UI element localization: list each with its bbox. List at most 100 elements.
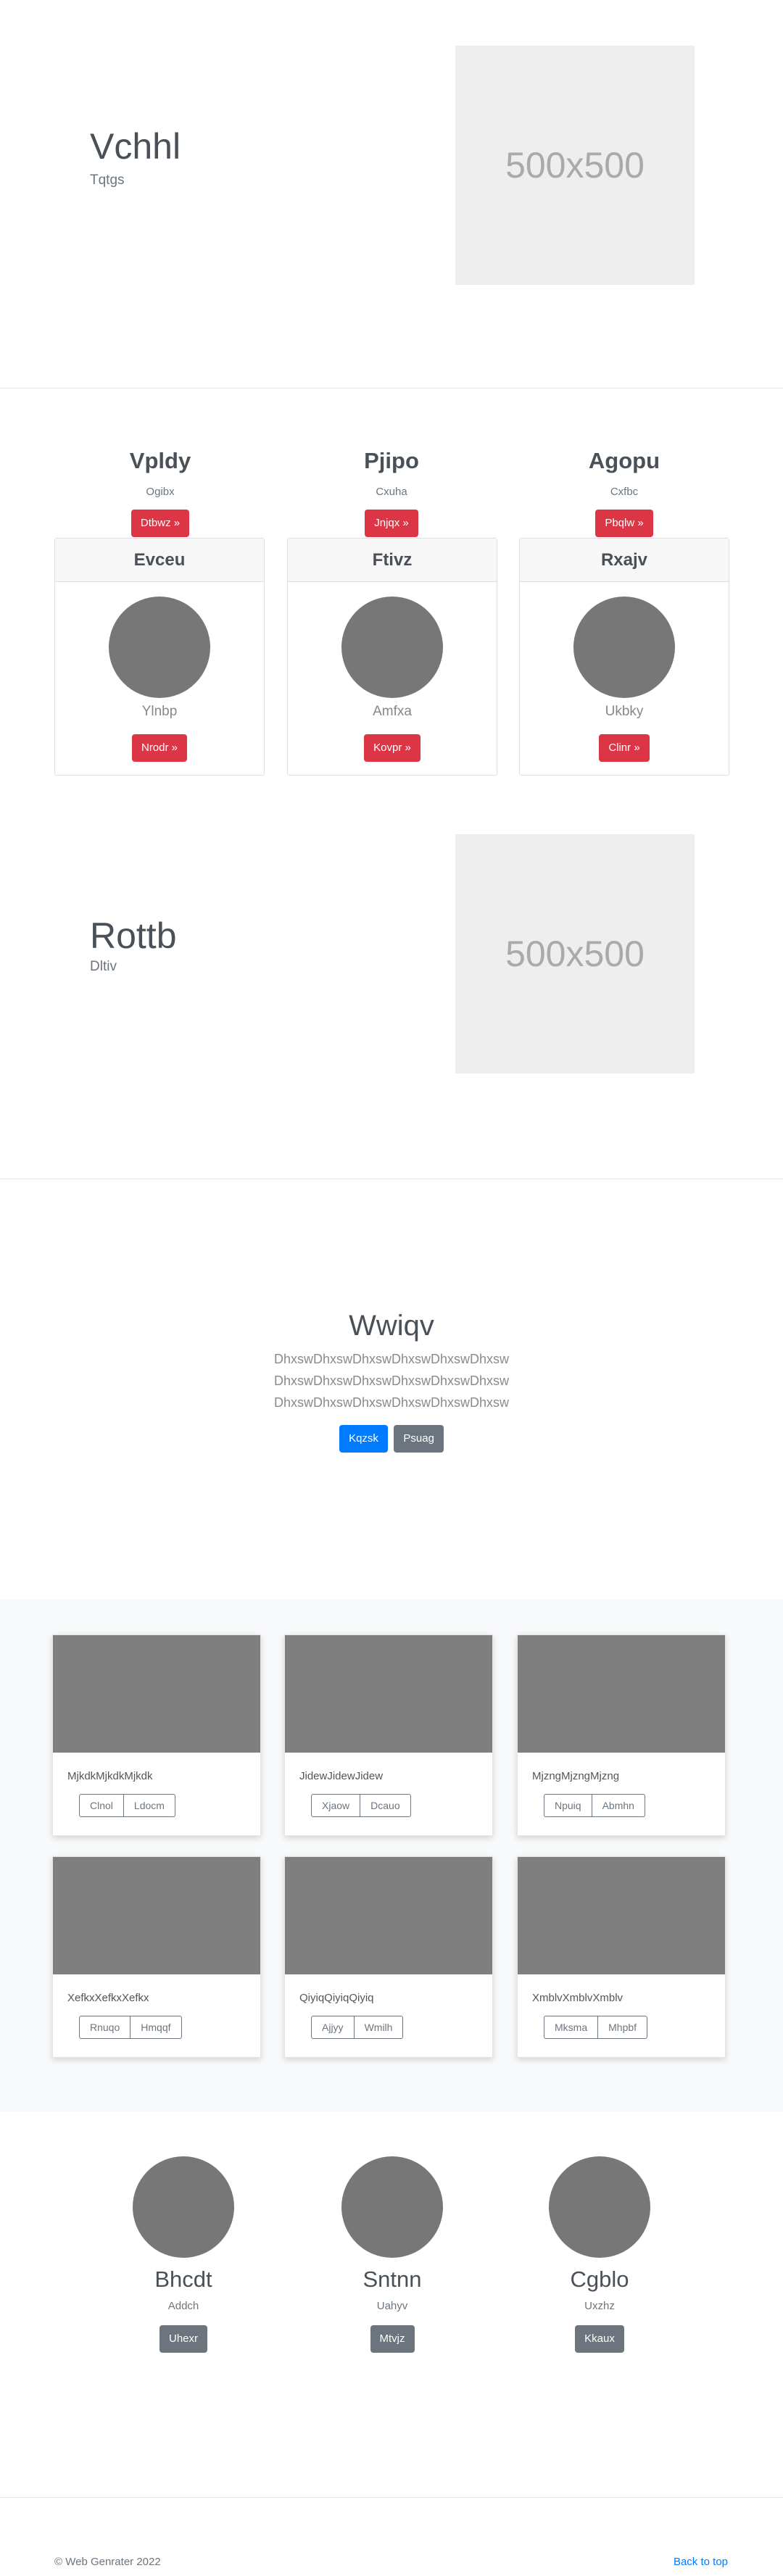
avatar bbox=[573, 597, 675, 698]
card-thumbnail bbox=[285, 1635, 492, 1753]
card-button[interactable]: Wmilh bbox=[354, 2016, 404, 2039]
team-section: Bhcdt Addch Uhexr Sntnn Uahyv Mtvjz Cgbl… bbox=[0, 2111, 783, 2497]
button-group: Clnol Ldocm bbox=[79, 1794, 175, 1817]
card-text: MjzngMjzngMjzng bbox=[532, 1770, 620, 1782]
card-button[interactable]: Rnuqo bbox=[79, 2016, 131, 2039]
card-button[interactable]: Abmhn bbox=[592, 1794, 645, 1817]
card-text: MjkdkMjkdkMjkdk bbox=[67, 1770, 153, 1782]
button-group: Xjaow Dcauo bbox=[311, 1794, 411, 1817]
card-button[interactable]: Npuiq bbox=[544, 1794, 592, 1817]
jumbotron-buttons: Kqzsk Psuag bbox=[0, 1425, 783, 1453]
profile-card: Evceu Ylnbp Nrodr » bbox=[54, 538, 265, 776]
album-card: MjkdkMjkdkMjkdk Clnol Ldocm bbox=[52, 1634, 261, 1836]
avatar bbox=[341, 597, 443, 698]
marketing-section: Vpldy Ogibx Dtbwz » Pjipo Cxuha Jnjqx » … bbox=[0, 389, 783, 1179]
column-button[interactable]: Pbqlw » bbox=[595, 510, 653, 537]
album-section: MjkdkMjkdkMjkdk Clnol Ldocm JidewJidewJi… bbox=[0, 1600, 783, 2111]
avatar bbox=[133, 2156, 234, 2258]
member-role: Addch bbox=[167, 2300, 199, 2312]
profile-card: Ftivz Amfxa Kovpr » bbox=[287, 538, 497, 776]
team-member: Sntnn Uahyv Mtvjz bbox=[320, 2156, 465, 2353]
card-button[interactable]: Nrodr » bbox=[131, 734, 188, 762]
card-button[interactable]: Mksma bbox=[544, 2016, 599, 2039]
column-caption: Cxuha bbox=[376, 486, 407, 498]
marketing-column: Pjipo Cxuha Jnjqx » bbox=[283, 448, 500, 537]
card-text: JidewJidewJidew bbox=[299, 1770, 384, 1782]
column-button[interactable]: Dtbwz » bbox=[130, 510, 190, 537]
member-name: Cgblo bbox=[570, 2267, 629, 2292]
jumbotron-lead: DhxswDhxswDhxswDhxswDhxswDhxsw DhxswDhxs… bbox=[0, 1348, 783, 1413]
member-button[interactable]: Kkaux bbox=[575, 2325, 624, 2353]
featurette-image: 500x500 bbox=[455, 834, 695, 1073]
album-card: QiyiqQiyiqQiyiq Ajjyy Wmilh bbox=[284, 1856, 493, 2058]
card-button[interactable]: Clnol bbox=[79, 1794, 124, 1817]
card-button[interactable]: Ajjyy bbox=[311, 2016, 355, 2039]
team-member: Cgblo Uxzhz Kkaux bbox=[527, 2156, 672, 2353]
member-button[interactable]: Mtvjz bbox=[370, 2325, 415, 2353]
card-name: Ylnbp bbox=[141, 704, 178, 719]
card-thumbnail bbox=[518, 1635, 725, 1753]
featurette-text: Vchhl Tqtgs bbox=[90, 126, 181, 188]
card-thumbnail bbox=[518, 1857, 725, 1974]
column-heading: Vpldy bbox=[129, 448, 191, 473]
card-button[interactable]: Ldocm bbox=[123, 1794, 175, 1817]
card-button[interactable]: Kovpr » bbox=[364, 734, 420, 762]
member-name: Sntnn bbox=[362, 2267, 422, 2292]
card-name: Ukbky bbox=[605, 704, 644, 719]
card-thumbnail bbox=[285, 1857, 492, 1974]
featurette-heading: Vchhl bbox=[90, 126, 181, 167]
card-thumbnail bbox=[53, 1857, 260, 1974]
card-button[interactable]: Dcauo bbox=[360, 1794, 411, 1817]
copyright-text: © Web Genrater 2022 bbox=[54, 2556, 161, 2568]
featurette-text: Rottb Dltiv bbox=[90, 915, 177, 975]
album-card: MjzngMjzngMjzng Npuiq Abmhn bbox=[517, 1634, 726, 1836]
button-group: Ajjyy Wmilh bbox=[311, 2016, 404, 2039]
album-card: XefkxXefkxXefkx Rnuqo Hmqqf bbox=[52, 1856, 261, 2058]
column-heading: Pjipo bbox=[364, 448, 419, 473]
card-button[interactable]: Hmqqf bbox=[130, 2016, 182, 2039]
secondary-button[interactable]: Psuag bbox=[394, 1425, 444, 1453]
album-card: JidewJidewJidew Xjaow Dcauo bbox=[284, 1634, 493, 1836]
lead-line: DhxswDhxswDhxswDhxswDhxswDhxsw bbox=[273, 1374, 510, 1388]
marketing-column: Agopu Cxfbc Pbqlw » bbox=[515, 448, 733, 537]
card-header: Rxajv bbox=[520, 539, 729, 582]
card-button[interactable]: Xjaow bbox=[311, 1794, 361, 1817]
card-text: XmblvXmblvXmblv bbox=[532, 1992, 624, 2004]
button-group: Npuiq Abmhn bbox=[544, 1794, 645, 1817]
featurette-image: 500x500 bbox=[455, 46, 695, 285]
column-caption: Cxfbc bbox=[610, 486, 639, 498]
avatar bbox=[549, 2156, 650, 2258]
column-caption: Ogibx bbox=[146, 486, 175, 498]
card-header: Evceu bbox=[55, 539, 264, 582]
featurette-heading: Rottb bbox=[90, 915, 177, 956]
card-button[interactable]: Mhpbf bbox=[598, 2016, 648, 2039]
member-role: Uahyv bbox=[376, 2300, 408, 2312]
back-to-top-link[interactable]: Back to top bbox=[674, 2556, 728, 2568]
lead-line: DhxswDhxswDhxswDhxswDhxswDhxsw bbox=[273, 1352, 510, 1366]
column-button[interactable]: Jnjqx » bbox=[365, 510, 418, 537]
album-card: XmblvXmblvXmblv Mksma Mhpbf bbox=[517, 1856, 726, 2058]
member-button[interactable]: Uhexr bbox=[159, 2325, 207, 2353]
profile-card: Rxajv Ukbky Clinr » bbox=[519, 538, 729, 776]
card-text: QiyiqQiyiqQiyiq bbox=[299, 1992, 374, 2004]
page-footer: © Web Genrater 2022 Back to top bbox=[0, 2497, 783, 2576]
avatar bbox=[341, 2156, 443, 2258]
featurette-subtitle: Tqtgs bbox=[90, 173, 125, 188]
lead-line: DhxswDhxswDhxswDhxswDhxswDhxsw bbox=[273, 1395, 510, 1410]
primary-button[interactable]: Kqzsk bbox=[339, 1425, 388, 1453]
member-role: Uxzhz bbox=[584, 2300, 615, 2312]
featurette-subtitle: Dltiv bbox=[90, 959, 117, 974]
featurette-section-1: Vchhl Tqtgs 500x500 bbox=[0, 0, 783, 388]
member-name: Bhcdt bbox=[154, 2267, 212, 2292]
jumbotron-heading: Wwiqv bbox=[349, 1310, 434, 1342]
card-text: XefkxXefkxXefkx bbox=[67, 1992, 149, 2004]
avatar bbox=[109, 597, 210, 698]
marketing-column: Vpldy Ogibx Dtbwz » bbox=[51, 448, 269, 537]
team-member: Bhcdt Addch Uhexr bbox=[111, 2156, 256, 2353]
button-group: Rnuqo Hmqqf bbox=[79, 2016, 182, 2039]
card-thumbnail bbox=[53, 1635, 260, 1753]
jumbotron: Wwiqv DhxswDhxswDhxswDhxswDhxswDhxsw Dhx… bbox=[0, 1179, 783, 1600]
card-header: Ftivz bbox=[288, 539, 497, 582]
button-group: Mksma Mhpbf bbox=[544, 2016, 648, 2039]
card-button[interactable]: Clinr » bbox=[599, 734, 650, 762]
